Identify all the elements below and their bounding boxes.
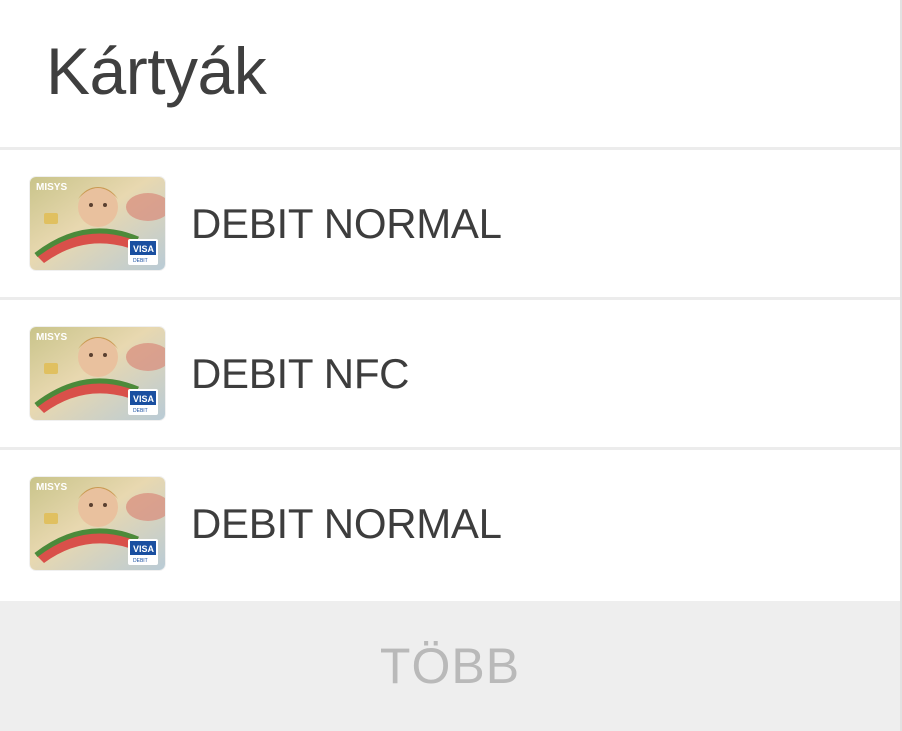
visa-logo-text: VISA bbox=[133, 244, 155, 254]
visa-logo-text: VISA bbox=[133, 394, 155, 404]
visa-sub-text: DEBIT bbox=[133, 408, 148, 414]
visa-sub-text: DEBIT bbox=[133, 258, 148, 264]
visa-sub-text: DEBIT bbox=[133, 558, 148, 564]
panel-header: Kártyák bbox=[0, 0, 900, 150]
cards-panel: Kártyák MISYS VISA DEBIT DEBIT NORMAL MI… bbox=[0, 0, 902, 731]
card-name: DEBIT NFC bbox=[191, 349, 410, 397]
card-brand-text: MISYS bbox=[36, 482, 67, 493]
more-button-label: TÖBB bbox=[379, 638, 521, 694]
card-list: MISYS VISA DEBIT DEBIT NORMAL MISYS VISA… bbox=[0, 150, 900, 597]
visa-logo-text: VISA bbox=[133, 544, 155, 554]
more-button[interactable]: TÖBB bbox=[0, 601, 900, 731]
card-list-item[interactable]: MISYS VISA DEBIT DEBIT NFC bbox=[0, 300, 900, 450]
card-thumbnail-icon: MISYS VISA DEBIT bbox=[30, 177, 165, 270]
card-brand-text: MISYS bbox=[36, 182, 67, 193]
card-thumbnail-icon: MISYS VISA DEBIT bbox=[30, 477, 165, 570]
card-name: DEBIT NORMAL bbox=[191, 199, 502, 247]
page-title: Kártyák bbox=[46, 33, 267, 108]
card-list-item[interactable]: MISYS VISA DEBIT DEBIT NORMAL bbox=[0, 450, 900, 597]
card-list-item[interactable]: MISYS VISA DEBIT DEBIT NORMAL bbox=[0, 150, 900, 300]
card-thumbnail-icon: MISYS VISA DEBIT bbox=[30, 327, 165, 420]
card-brand-text: MISYS bbox=[36, 332, 67, 343]
card-name: DEBIT NORMAL bbox=[191, 499, 502, 547]
